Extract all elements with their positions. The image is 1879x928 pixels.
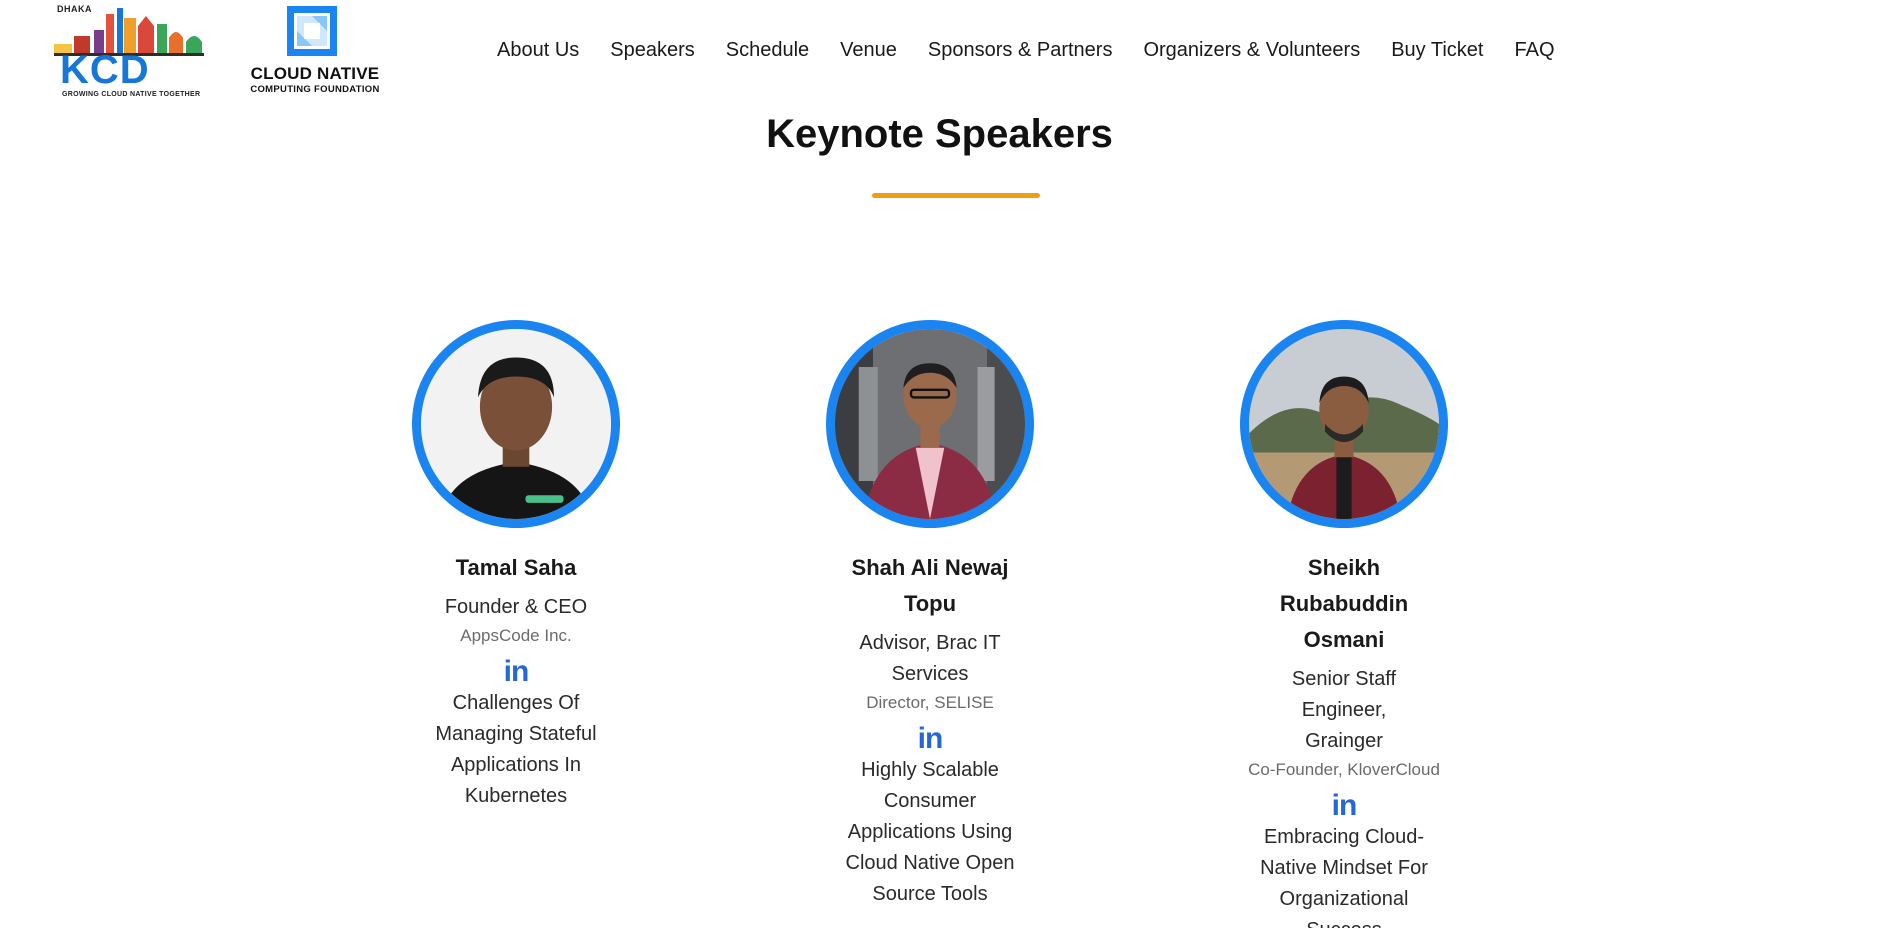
linkedin-icon[interactable]: in	[504, 656, 530, 688]
speaker-card: Shah Ali Newaj Topu Advisor, Brac IT Ser…	[780, 320, 1080, 910]
main-nav: About Us Speakers Schedule Venue Sponsor…	[497, 36, 1586, 64]
page: DHAKA KCD GROWING CLOUD NATIVE TOGETHER …	[0, 0, 1879, 928]
speaker-photo	[412, 320, 620, 528]
kcd-dhaka-logo[interactable]: DHAKA KCD GROWING CLOUD NATIVE TOGETHER	[54, 4, 204, 100]
speaker-role: Founder & CEO	[444, 596, 588, 618]
talk-title: Challenges Of Managing Stateful Applicat…	[435, 692, 597, 807]
speaker-photo	[1240, 320, 1448, 528]
speaker-role: Senior Staff Engineer, Grainger	[1291, 668, 1397, 752]
speaker-card: Tamal Saha Founder & CEO AppsCode Inc. i…	[366, 320, 666, 812]
nav-faq[interactable]: FAQ	[1514, 36, 1554, 64]
speaker-portrait-image	[1249, 329, 1439, 519]
section-title: Keynote Speakers	[766, 112, 1113, 156]
speaker-name: Tamal Saha	[455, 555, 577, 580]
talk-title: Highly Scalable Consumer Applications Us…	[845, 759, 1015, 905]
linkedin-icon[interactable]: in	[918, 723, 944, 755]
speaker-photo	[826, 320, 1034, 528]
kcd-city-label: DHAKA	[57, 4, 92, 14]
cncf-line-2: COMPUTING FOUNDATION	[250, 84, 380, 95]
kcd-tagline: GROWING CLOUD NATIVE TOGETHER	[62, 91, 201, 98]
speaker-organization: Director, SELISE	[866, 693, 994, 712]
nav-speakers[interactable]: Speakers	[610, 36, 695, 64]
title-underline	[872, 193, 1040, 198]
cncf-logo-icon	[287, 6, 337, 56]
kcd-wordmark: KCD	[60, 48, 150, 92]
cncf-line-1: CLOUD NATIVE	[250, 64, 380, 83]
nav-about-us[interactable]: About Us	[497, 36, 579, 64]
speaker-portrait-image	[835, 329, 1025, 519]
nav-venue[interactable]: Venue	[840, 36, 897, 64]
talk-title: Embracing Cloud-Native Mindset For Organ…	[1260, 826, 1428, 928]
speaker-organization: Co-Founder, KloverCloud	[1248, 760, 1440, 779]
nav-organizers-volunteers[interactable]: Organizers & Volunteers	[1143, 36, 1360, 64]
speaker-name: Sheikh Rubabuddin Osmani	[1279, 555, 1409, 652]
speaker-card: Sheikh Rubabuddin Osmani Senior Staff En…	[1194, 320, 1494, 928]
linkedin-icon[interactable]: in	[1332, 790, 1358, 822]
speaker-role: Advisor, Brac IT Services	[859, 632, 1001, 685]
nav-schedule[interactable]: Schedule	[726, 36, 809, 64]
nav-buy-ticket[interactable]: Buy Ticket	[1391, 36, 1483, 64]
nav-sponsors-partners[interactable]: Sponsors & Partners	[928, 36, 1113, 64]
speaker-portrait-image	[421, 329, 611, 519]
speaker-name: Shah Ali Newaj Topu	[851, 555, 1009, 616]
site-header: DHAKA KCD GROWING CLOUD NATIVE TOGETHER …	[0, 0, 1879, 100]
cncf-logo[interactable]: CLOUD NATIVE COMPUTING FOUNDATION	[240, 6, 390, 98]
speaker-organization: AppsCode Inc.	[460, 626, 572, 645]
